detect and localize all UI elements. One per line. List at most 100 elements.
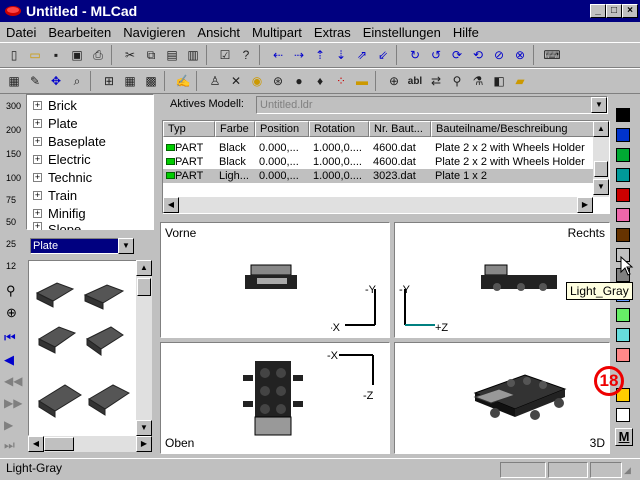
move-down-icon[interactable]: ⇣ [331, 45, 351, 65]
tree-item-technic[interactable]: + Technic [33, 168, 92, 186]
tree-item-brick[interactable]: + Brick [33, 96, 77, 114]
expand-icon[interactable]: + [33, 172, 42, 182]
lamp-off-icon[interactable]: ♦ [310, 71, 330, 91]
resize-grip-icon[interactable]: ◢ [624, 465, 631, 476]
column-header-farbe[interactable]: Farbe [215, 121, 255, 137]
color-swatch-teal[interactable] [616, 168, 630, 182]
move-right-icon[interactable]: ⇢ [289, 45, 309, 65]
move-up-icon[interactable]: ⇡ [310, 45, 330, 65]
tree-item-slope[interactable]: + Slope [33, 222, 81, 230]
save-icon[interactable]: ▪ [46, 45, 66, 65]
move-icon[interactable]: ✥ [46, 71, 66, 91]
menu-multipart[interactable]: Multipart [246, 25, 308, 40]
grid-dots-icon[interactable]: ⁘ [331, 71, 351, 91]
color-swatch-black[interactable] [616, 108, 630, 122]
menu-einstellungen[interactable]: Einstellungen [357, 25, 447, 40]
cut-icon[interactable]: ✂ [120, 45, 140, 65]
scroll-right-icon[interactable]: ▶ [136, 436, 152, 452]
menu-ansicht[interactable]: Ansicht [191, 25, 246, 40]
color-swatch-red[interactable] [616, 188, 630, 202]
replace-icon[interactable]: ⇄ [426, 71, 446, 91]
zoom-300[interactable]: 300 [6, 102, 21, 111]
tree-item-plate[interactable]: + Plate [33, 114, 78, 132]
zoom-12[interactable]: 12 [6, 262, 16, 271]
rotate-x-icon[interactable]: ↻ [405, 45, 425, 65]
paste-icon[interactable]: ▤ [162, 45, 182, 65]
close-button[interactable]: × [622, 4, 638, 18]
open-icon[interactable]: ▭ [25, 45, 45, 65]
properties-icon[interactable]: ☑ [215, 45, 235, 65]
tree-item-electric[interactable]: + Electric [33, 150, 91, 168]
table-row[interactable]: PART Black 0.000,... 1.000,0.... 4600.da… [163, 155, 593, 169]
table-hscrollbar[interactable] [163, 197, 593, 213]
viewport-front[interactable]: Vorne -Y -X [160, 222, 390, 338]
zoom-50[interactable]: 50 [6, 218, 16, 227]
expand-icon[interactable]: + [33, 222, 42, 230]
copy-icon[interactable]: ⧉ [141, 45, 161, 65]
paste-special-icon[interactable]: ▥ [183, 45, 203, 65]
expand-icon[interactable]: + [33, 208, 42, 218]
move-minus-icon[interactable]: ⇙ [373, 45, 393, 65]
table-scroll-thumb[interactable] [594, 161, 608, 177]
filter-icon[interactable]: ⚗ [468, 71, 488, 91]
edit-icon[interactable]: ✎ [25, 71, 45, 91]
color-icon[interactable]: ◉ [247, 71, 267, 91]
viewport-right[interactable]: Rechts -Y +Z [394, 222, 610, 338]
draw-icon[interactable]: ✍ [173, 71, 193, 91]
keyboard-icon[interactable]: ⌨ [542, 45, 562, 65]
last-step-icon[interactable]: ⏭ [4, 438, 15, 453]
scroll-up-icon[interactable]: ▲ [136, 260, 152, 276]
hscroll-thumb[interactable] [44, 437, 74, 451]
rotate-y2-icon[interactable]: ⟲ [468, 45, 488, 65]
model-dropdown-icon[interactable]: ▼ [591, 97, 607, 113]
prev-step-icon[interactable]: ◀ [4, 352, 14, 368]
table-scroll-right-icon[interactable]: ▶ [577, 197, 593, 213]
color-swatch-pink[interactable] [616, 208, 630, 222]
model-icon[interactable]: ◧ [489, 71, 509, 91]
table-scroll-left-icon[interactable]: ◀ [163, 197, 179, 213]
scroll-thumb[interactable] [137, 278, 151, 296]
zoom-75[interactable]: 75 [6, 196, 16, 205]
menu-hilfe[interactable]: Hilfe [447, 25, 485, 40]
scroll-left-icon[interactable]: ◀ [28, 436, 44, 452]
menu-bearbeiten[interactable]: Bearbeiten [42, 25, 117, 40]
menu-datei[interactable]: Datei [0, 25, 42, 40]
zoom-icon[interactable]: ⌕ [67, 71, 87, 91]
color-swatch-blue[interactable] [616, 128, 630, 142]
expand-icon[interactable]: + [33, 190, 42, 200]
column-header-nr[interactable]: Nr. Baut... [369, 121, 431, 137]
grid-medium-icon[interactable]: ▦ [120, 71, 140, 91]
first-step-icon[interactable]: ⏮ [4, 330, 16, 346]
viewport-3d[interactable]: 3D [394, 342, 610, 454]
text-icon[interactable]: abl [405, 71, 425, 91]
zoom-tool-icon[interactable]: ⚲ [6, 284, 16, 297]
rotate-y-icon[interactable]: ⟳ [447, 45, 467, 65]
menu-extras[interactable]: Extras [308, 25, 357, 40]
add-part-icon[interactable]: ⊕ [384, 71, 404, 91]
expand-icon[interactable]: + [33, 118, 42, 128]
move-plus-icon[interactable]: ⇗ [352, 45, 372, 65]
forward-icon[interactable]: ▶▶ [4, 396, 22, 410]
color-swatch-brown[interactable] [616, 228, 630, 242]
expand-icon[interactable]: + [33, 154, 42, 164]
folder-icon[interactable]: ▬ [352, 71, 372, 91]
zoom-fit-icon[interactable]: ⊕ [6, 306, 17, 319]
select-icon[interactable]: ▦ [4, 71, 24, 91]
column-header-name[interactable]: Bauteilname/Beschreibung [431, 121, 609, 137]
color-swatch-white[interactable] [616, 408, 630, 422]
rotate-z-icon[interactable]: ⊘ [489, 45, 509, 65]
new-icon[interactable]: ▯ [4, 45, 24, 65]
color-swatch-light-green[interactable] [616, 308, 630, 322]
menu-navigieren[interactable]: Navigieren [117, 25, 191, 40]
expand-icon[interactable]: + [33, 136, 42, 146]
splitter[interactable] [154, 94, 158, 230]
zoom-200[interactable]: 200 [6, 126, 21, 135]
next-step-icon[interactable]: ▶ [4, 418, 13, 432]
expand-icon[interactable]: + [33, 100, 42, 110]
zoom-150[interactable]: 150 [6, 150, 21, 159]
rewind-icon[interactable]: ◀◀ [4, 374, 22, 388]
move-left-icon[interactable]: ⇠ [268, 45, 288, 65]
scroll-down-icon[interactable]: ▼ [136, 420, 152, 436]
color-swatch-salmon[interactable] [616, 348, 630, 362]
select-dropdown-icon[interactable]: ▼ [118, 238, 134, 254]
